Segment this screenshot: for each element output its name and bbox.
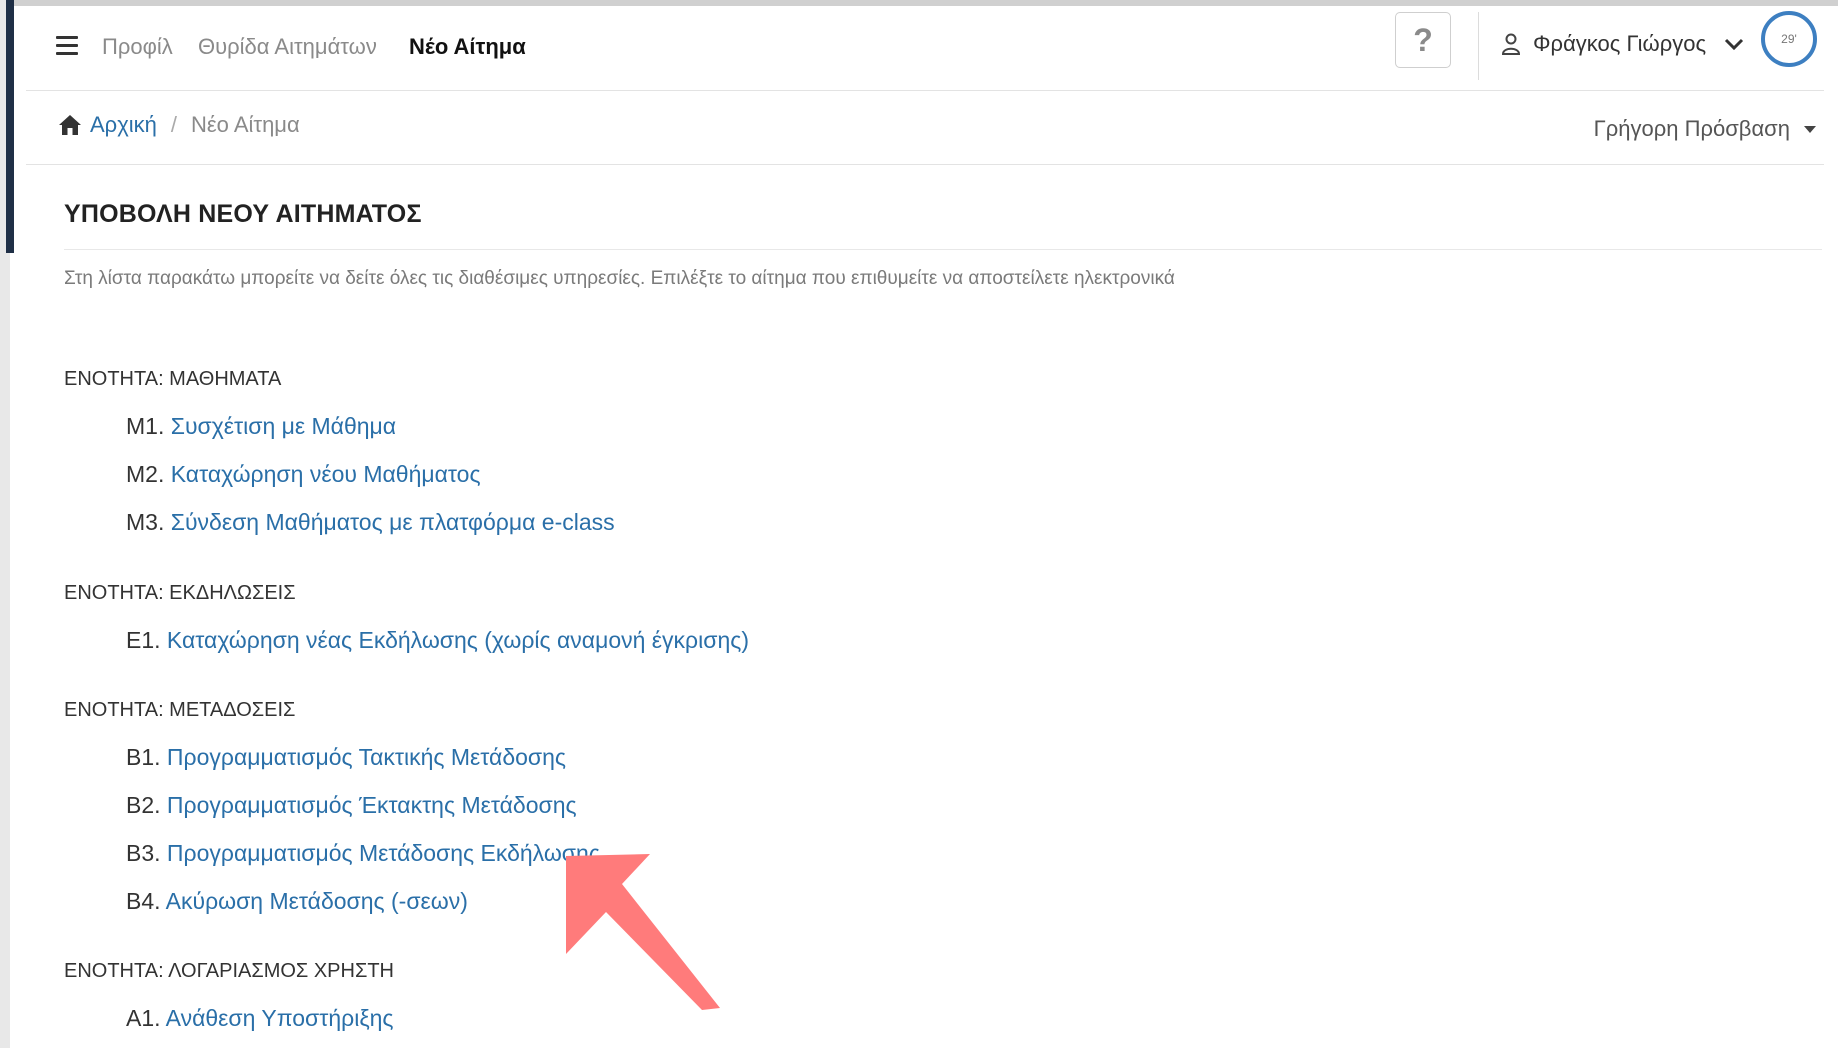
item-code: Β1. [126, 744, 161, 770]
section-title: ΕΝΟΤΗΤΑ: ΕΚΔΗΛΩΣΕΙΣ [64, 582, 296, 604]
breadcrumb: Αρχική / Νέο Αίτημα [58, 112, 300, 138]
navbar-divider [1478, 12, 1479, 80]
list-item: Β4. Ακύρωση Μετάδοσης (-σεων) [126, 888, 468, 915]
request-link-b4[interactable]: Ακύρωση Μετάδοσης (-σεων) [166, 888, 468, 914]
user-menu[interactable]: Φράγκος Γιώργος [1501, 26, 1744, 62]
list-item: Β1. Προγραμματισμός Τακτικής Μετάδοσης [126, 744, 566, 771]
item-code: Μ1. [126, 413, 165, 439]
section-title: ΕΝΟΤΗΤΑ: ΜΑΘΗΜΑΤΑ [64, 368, 282, 390]
request-link-m2[interactable]: Καταχώρηση νέου Μαθήματος [171, 461, 481, 487]
request-link-a1[interactable]: Ανάθεση Υποστήριξης [166, 1005, 394, 1031]
breadcrumb-separator: / [170, 112, 177, 137]
breadcrumb-current: Νέο Αίτημα [190, 112, 300, 137]
quick-access-dropdown[interactable]: Γρήγορη Πρόσβαση [1594, 116, 1816, 142]
quick-access-label: Γρήγορη Πρόσβαση [1593, 116, 1790, 141]
list-item: Β2. Προγραμματισμός Έκτακτης Μετάδοσης [126, 792, 577, 819]
list-item: Β3. Προγραμματισμός Μετάδοσης Εκδήλωσης [126, 840, 600, 867]
nav-link-new-request[interactable]: Νέο Αίτημα [409, 34, 526, 60]
request-link-e1[interactable]: Καταχώρηση νέας Εκδήλωσης (χωρίς αναμονή… [167, 627, 749, 653]
item-code: Α1. [126, 1005, 161, 1031]
top-navbar: Προφίλ Θυρίδα Αιτημάτων Νέο Αίτημα ? Φρά… [26, 6, 1824, 91]
left-edge [0, 0, 14, 1048]
item-code: Β3. [126, 840, 161, 866]
list-item: Ε1. Καταχώρηση νέας Εκδήλωσης (χωρίς ανα… [126, 627, 749, 654]
user-icon [1501, 33, 1521, 55]
sidebar-edge-accent [6, 0, 14, 253]
nav-link-requests-inbox[interactable]: Θυρίδα Αιτημάτων [198, 34, 377, 60]
item-code: Ε1. [126, 627, 161, 653]
list-item: Α1. Ανάθεση Υποστήριξης [126, 1005, 394, 1032]
intro-text: Στη λίστα παρακάτω μπορείτε να δείτε όλε… [64, 268, 1175, 289]
hamburger-menu-icon[interactable] [56, 36, 78, 56]
request-link-m3[interactable]: Σύνδεση Μαθήματος με πλατφόρμα e-class [171, 509, 615, 535]
nav-link-profile[interactable]: Προφίλ [102, 34, 173, 60]
item-code: Β4. [126, 888, 161, 914]
user-name: Φράγκος Γιώργος [1533, 31, 1707, 56]
item-code: Β2. [126, 792, 161, 818]
request-link-b1[interactable]: Προγραμματισμός Τακτικής Μετάδοσης [167, 744, 566, 770]
page-title: ΥΠΟΒΟΛΗ ΝΕΟΥ ΑΙΤΗΜΑΤΟΣ [64, 200, 422, 228]
session-timer: 29' [1761, 11, 1817, 67]
item-code: Μ2. [126, 461, 165, 487]
section-broadcasts: ΕΝΟΤΗΤΑ: ΜΕΤΑΔΟΣΕΙΣ Β1. Προγραμματισμός … [64, 699, 600, 914]
list-item: Μ3. Σύνδεση Μαθήματος με πλατφόρμα e-cla… [126, 509, 615, 536]
item-code: Μ3. [126, 509, 165, 535]
request-link-m1[interactable]: Συσχέτιση με Μάθημα [171, 413, 396, 439]
section-courses: ΕΝΟΤΗΤΑ: ΜΑΘΗΜΑΤΑ Μ1. Συσχέτιση με Μάθημ… [64, 368, 615, 535]
section-title: ΕΝΟΤΗΤΑ: ΜΕΤΑΔΟΣΕΙΣ [64, 699, 296, 721]
section-title: ΕΝΟΤΗΤΑ: ΛΟΓΑΡΙΑΣΜΟΣ ΧΡΗΣΤΗ [64, 960, 394, 982]
home-icon [59, 115, 81, 135]
caret-down-icon [1804, 125, 1816, 133]
section-events: ΕΝΟΤΗΤΑ: ΕΚΔΗΛΩΣΕΙΣ Ε1. Καταχώρηση νέας … [64, 582, 749, 653]
list-item: Μ2. Καταχώρηση νέου Μαθήματος [126, 461, 481, 488]
help-button[interactable]: ? [1395, 12, 1451, 68]
title-divider [64, 249, 1822, 250]
chevron-down-icon [1725, 38, 1744, 51]
list-item: Μ1. Συσχέτιση με Μάθημα [126, 413, 396, 440]
section-user-account: ΕΝΟΤΗΤΑ: ΛΟΓΑΡΙΑΣΜΟΣ ΧΡΗΣΤΗ Α1. Ανάθεση … [64, 960, 394, 1031]
annotation-arrow-icon [566, 854, 720, 1010]
breadcrumb-bar: Αρχική / Νέο Αίτημα Γρήγορη Πρόσβαση [26, 90, 1824, 165]
breadcrumb-home[interactable]: Αρχική [58, 112, 157, 138]
breadcrumb-home-label: Αρχική [90, 112, 157, 137]
request-link-b3[interactable]: Προγραμματισμός Μετάδοσης Εκδήλωσης [167, 840, 600, 866]
request-link-b2[interactable]: Προγραμματισμός Έκτακτης Μετάδοσης [167, 792, 577, 818]
main-content: ΥΠΟΒΟΛΗ ΝΕΟΥ ΑΙΤΗΜΑΤΟΣ Στη λίστα παρακάτ… [64, 200, 1824, 290]
